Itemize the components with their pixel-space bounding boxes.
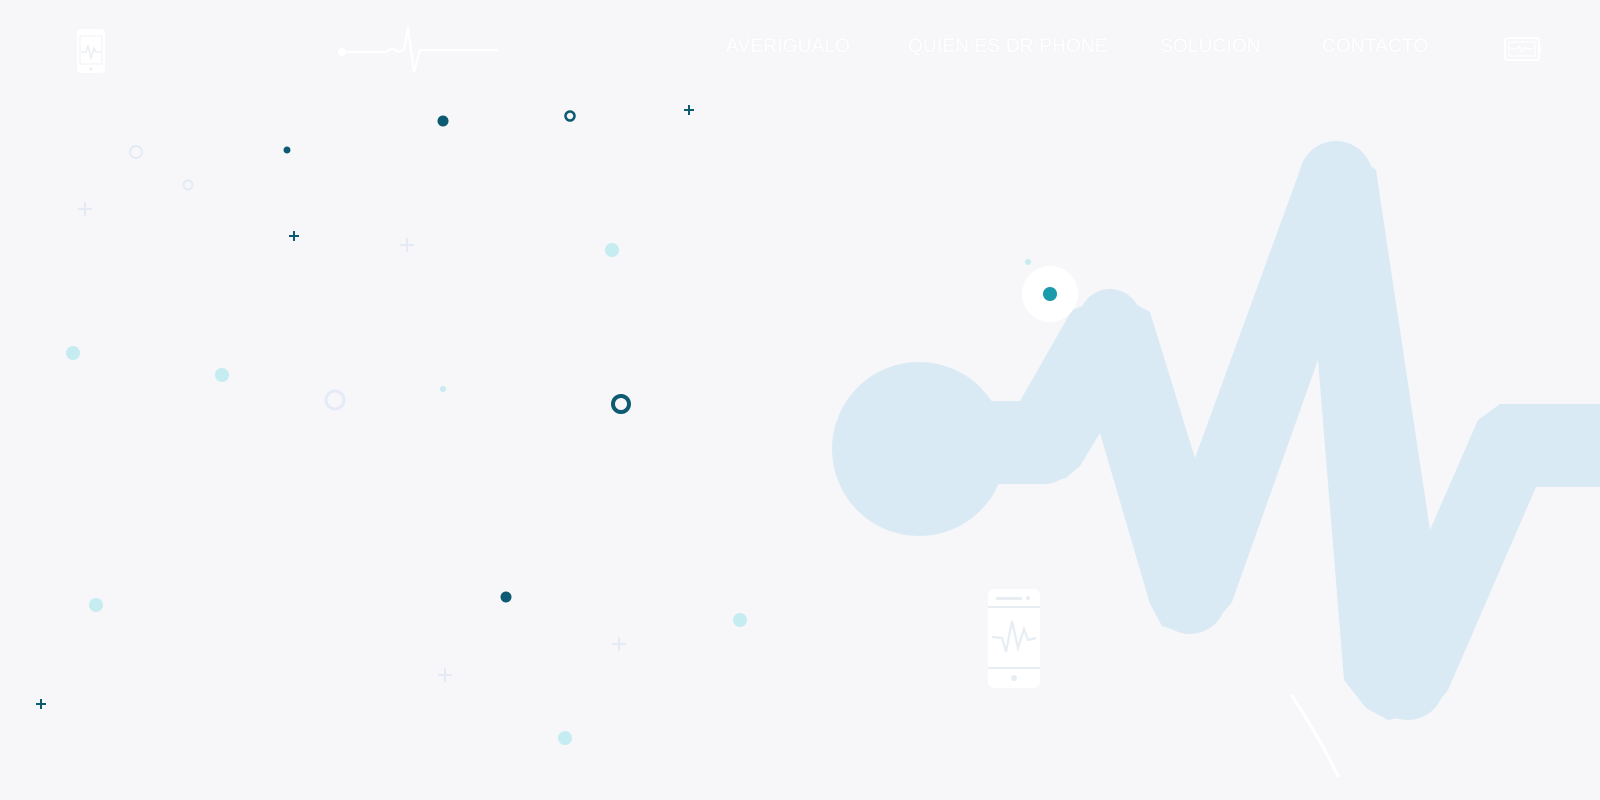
nav-solucion[interactable]: SOLUCIÓN (1160, 36, 1261, 58)
decorative-stroke (1290, 694, 1340, 778)
wave-shape (832, 141, 1600, 720)
particle-ring (611, 394, 631, 414)
particle-dot (215, 368, 229, 382)
particle-dot (558, 731, 572, 745)
particle-ring (182, 179, 194, 191)
particle-dot (440, 386, 446, 392)
monitor-heartbeat-icon[interactable] (1504, 35, 1542, 63)
particle-plus (400, 238, 414, 252)
particle-dot (437, 115, 449, 127)
particle-plus (684, 105, 694, 115)
main-nav: AVERÍGUALO QUIÉN ES DR PHONE SOLUCIÓN CO… (726, 36, 1446, 62)
nav-contacto[interactable]: CONTACTO (1322, 36, 1428, 58)
particle-plus (36, 699, 46, 709)
particle-ring (324, 389, 346, 411)
phone-heartbeat-icon (988, 589, 1040, 688)
particle-plus (78, 202, 92, 216)
particle-dot (66, 346, 80, 360)
particle-dot (733, 613, 747, 627)
heartbeat-wave-graphic (832, 141, 1600, 778)
particle-plus (438, 668, 452, 682)
particle-ring (564, 110, 576, 122)
particle-plus (612, 637, 626, 651)
particle-plus (289, 231, 299, 241)
particle-dot (605, 243, 619, 257)
particle-field (36, 105, 747, 745)
particle-dot (89, 598, 103, 612)
pulse-node (1022, 259, 1078, 322)
nav-quien-es-dr-phone[interactable]: QUIÉN ES DR PHONE (908, 36, 1108, 58)
particle-dot (283, 146, 291, 154)
particle-dot (500, 591, 512, 603)
particle-ring (129, 145, 143, 159)
